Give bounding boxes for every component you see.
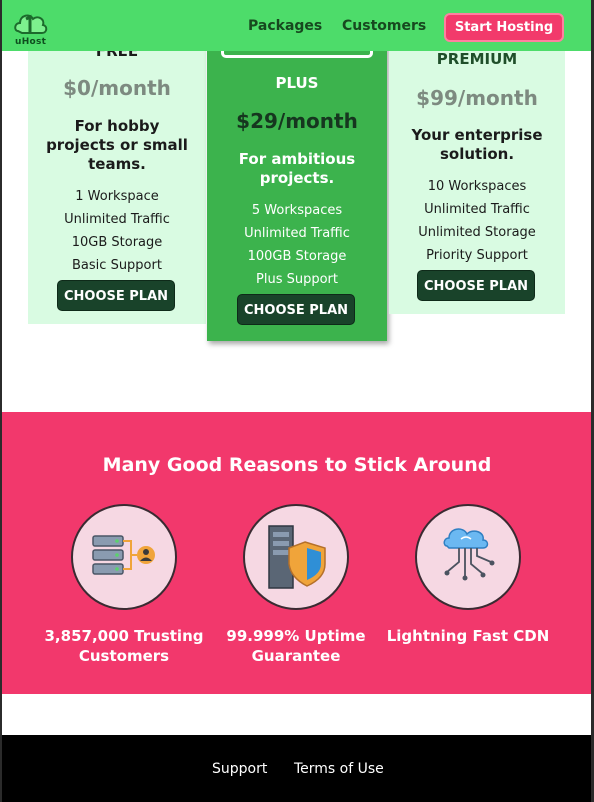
nav-link-customers[interactable]: Customers <box>342 18 426 34</box>
reason-label-line: Customers <box>78 647 170 665</box>
plan-tagline-line: teams. <box>88 155 146 173</box>
nav-link-packages[interactable]: Packages <box>248 18 322 34</box>
plan-price: $0/month <box>63 76 171 100</box>
plan-card-plus: PLUS $29/month For ambitious projects. 5… <box>207 30 387 341</box>
reasons-section: Many Good Reasons to Stick Around 3,857,… <box>0 412 594 694</box>
plan-card-premium: PREMIUM $99/month Your enterprise soluti… <box>389 30 565 314</box>
choose-plan-button-plus[interactable]: CHOOSE PLAN <box>237 294 355 325</box>
plan-feature: Plus Support <box>256 272 338 287</box>
choose-plan-button-free[interactable]: CHOOSE PLAN <box>57 280 175 311</box>
footer-link-support[interactable]: Support <box>212 761 267 777</box>
window-left-edge <box>0 0 2 802</box>
plan-feature: 10 Workspaces <box>427 179 527 194</box>
footer-link-terms[interactable]: Terms of Use <box>294 761 384 777</box>
plan-tagline-line: For hobby <box>74 117 160 135</box>
reason-label-customers: 3,857,000 Trusting Customers <box>34 626 214 666</box>
reason-label-line: Guarantee <box>251 647 341 665</box>
reasons-title: Many Good Reasons to Stick Around <box>102 454 492 476</box>
plan-feature: Unlimited Traffic <box>424 202 530 217</box>
plan-feature: 100GB Storage <box>247 249 347 264</box>
top-navbar: uHost Packages Customers Start Hosting <box>0 0 594 51</box>
plan-feature: Priority Support <box>426 248 528 263</box>
server-shield-icon <box>243 504 349 610</box>
start-hosting-button[interactable]: Start Hosting <box>444 13 564 42</box>
cloud-network-icon <box>415 504 521 610</box>
plan-card-free: FREE $0/month For hobby projects or smal… <box>28 30 206 324</box>
uhost-logo[interactable]: uHost <box>12 9 50 47</box>
reason-label-uptime: 99.999% Uptime Guarantee <box>206 626 386 666</box>
plan-feature: Basic Support <box>72 258 162 273</box>
reason-label-cdn: Lightning Fast CDN <box>378 626 558 646</box>
plan-tagline-line: projects or small <box>46 136 188 154</box>
reason-label-line: Lightning Fast CDN <box>386 627 550 645</box>
server-users-icon <box>71 504 177 610</box>
choose-plan-button-premium[interactable]: CHOOSE PLAN <box>417 270 535 301</box>
plan-tagline-line: projects. <box>259 169 335 187</box>
logo-text: uHost <box>15 37 47 47</box>
plan-tagline-line: Your enterprise <box>411 126 543 144</box>
plan-tagline-line: For ambitious <box>238 150 356 168</box>
plan-feature: Unlimited Traffic <box>244 226 350 241</box>
plan-tagline-line: solution. <box>439 145 515 163</box>
plan-name: PLUS <box>275 74 319 92</box>
reason-label-line: 3,857,000 Trusting <box>44 627 204 645</box>
plan-feature: 10GB Storage <box>71 235 163 250</box>
plan-price: $29/month <box>236 109 358 133</box>
plan-feature: 1 Workspace <box>75 189 159 204</box>
plan-feature: Unlimited Traffic <box>64 212 170 227</box>
reason-label-line: 99.999% Uptime <box>226 627 366 645</box>
page-footer: Support Terms of Use <box>0 735 594 802</box>
plan-name: PREMIUM <box>436 50 518 68</box>
plan-feature: 5 Workspaces <box>251 203 343 218</box>
plan-price: $99/month <box>416 86 538 110</box>
plan-feature: Unlimited Storage <box>418 225 536 240</box>
